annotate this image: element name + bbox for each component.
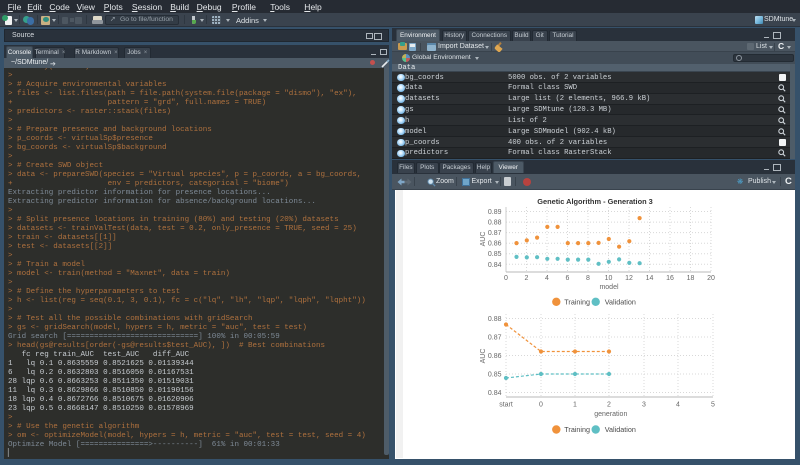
- svg-text:18: 18: [687, 275, 695, 282]
- svg-text:0.87: 0.87: [488, 334, 502, 341]
- svg-text:0.86: 0.86: [488, 353, 502, 360]
- svg-text:0.84: 0.84: [488, 261, 502, 268]
- svg-text:0.85: 0.85: [488, 371, 502, 378]
- svg-text:0.89: 0.89: [488, 209, 502, 216]
- svg-text:1: 1: [573, 401, 577, 408]
- svg-text:2: 2: [607, 401, 611, 408]
- svg-text:10: 10: [605, 275, 613, 282]
- svg-text:AUC: AUC: [480, 348, 487, 363]
- svg-text:Genetic Algorithm - Generation: Genetic Algorithm - Generation 3: [537, 197, 653, 206]
- svg-text:0.86: 0.86: [488, 240, 502, 247]
- svg-text:3: 3: [642, 401, 646, 408]
- svg-text:0: 0: [539, 401, 543, 408]
- svg-text:0: 0: [504, 275, 508, 282]
- svg-text:4: 4: [545, 275, 549, 282]
- svg-text:model: model: [599, 284, 619, 291]
- svg-text:5: 5: [711, 401, 715, 408]
- svg-text:20: 20: [707, 275, 715, 282]
- svg-text:4: 4: [676, 401, 680, 408]
- svg-text:Training: Training: [564, 425, 590, 434]
- svg-text:16: 16: [666, 275, 674, 282]
- svg-text:14: 14: [646, 275, 654, 282]
- svg-text:0.88: 0.88: [488, 219, 502, 226]
- svg-text:AUC: AUC: [480, 231, 487, 246]
- svg-text:0.84: 0.84: [488, 390, 502, 397]
- svg-text:2: 2: [525, 275, 529, 282]
- svg-text:6: 6: [566, 275, 570, 282]
- svg-text:generation: generation: [594, 411, 627, 418]
- svg-text:0.88: 0.88: [488, 316, 502, 323]
- svg-text:12: 12: [625, 275, 633, 282]
- svg-text:0.85: 0.85: [488, 251, 502, 258]
- svg-text:Training: Training: [564, 297, 590, 306]
- svg-text:start: start: [499, 401, 513, 408]
- svg-text:8: 8: [586, 275, 590, 282]
- svg-text:Validation: Validation: [605, 425, 636, 434]
- svg-text:Validation: Validation: [605, 297, 636, 306]
- svg-text:0.87: 0.87: [488, 230, 502, 237]
